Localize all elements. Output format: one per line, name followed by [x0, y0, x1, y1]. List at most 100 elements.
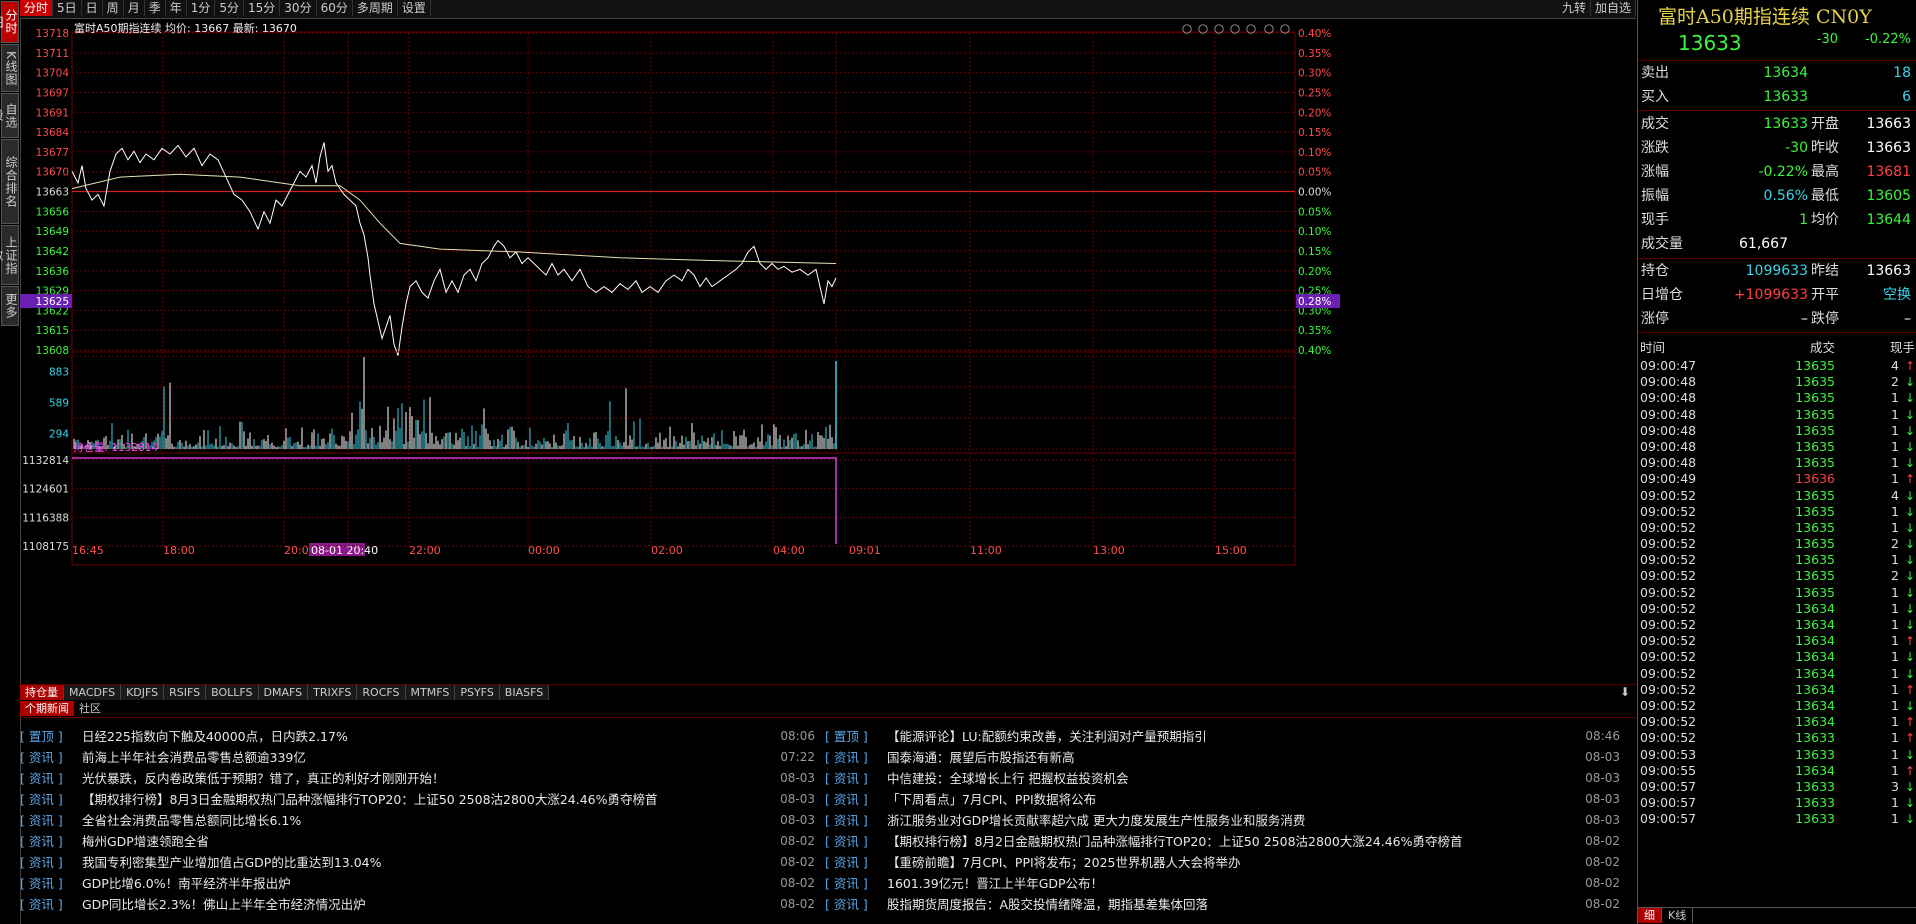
- period-button-11[interactable]: 60分: [317, 0, 353, 16]
- news-title[interactable]: 全省社会消费品零售总额同比增长6.1%: [82, 813, 301, 828]
- news-item[interactable]: [ 资讯 ] GDP同比增长2.3%！佛山上半年全市经济情况出炉 08-02: [20, 894, 815, 915]
- period-button-0[interactable]: 分时: [20, 0, 54, 16]
- sell-label: 卖出: [1641, 65, 1669, 81]
- left-tab-2[interactable]: 自选股: [0, 93, 19, 138]
- tick-list[interactable]: 时间 成交 现手 09:00:47 13635 4 ↑ 09:00:48 13635 2 ↓ 09:0…: [1638, 340, 1916, 827]
- news-title[interactable]: 【期权排行榜】8月2日金融期权热门品种涨幅排行TOP20：上证50 2508沽2…: [887, 834, 1463, 849]
- news-item[interactable]: [ 资讯 ] 中信建投：全球增长上行 把握权益投资机会 08-03: [825, 768, 1620, 789]
- indicator-tab-8[interactable]: MTMFS: [405, 685, 456, 700]
- indicator-tab-9[interactable]: PSYFS: [455, 685, 500, 700]
- indicator-tab-1[interactable]: MACDFS: [64, 685, 122, 700]
- oi-row: 日增仓 +1099633 开平 空换: [1638, 284, 1916, 307]
- quote-label: 成交: [1641, 116, 1669, 132]
- chart-svg[interactable]: 13718 0.40% 13711 0.35% 13704 0.30% 13697 0.25%…: [20, 19, 1636, 684]
- news-item[interactable]: [ 资讯 ] 1601.39亿元！晋江上半年GDP公布！ 08-02: [825, 873, 1620, 894]
- news-item[interactable]: [ 资讯 ] 光伏暴跌，反内卷政策低于预期？错了，真正的利好才刚刚开始！ 08-03: [20, 768, 815, 789]
- news-tag: [ 资讯 ]: [20, 834, 63, 849]
- news-item[interactable]: [ 资讯 ] 全省社会消费品零售总额同比增长6.1% 08-03: [20, 810, 815, 831]
- indicator-tab-4[interactable]: BOLLFS: [206, 685, 259, 700]
- news-tab-1[interactable]: 社区: [74, 701, 106, 716]
- news-title[interactable]: 光伏暴跌，反内卷政策低于预期？错了，真正的利好才刚刚开始！: [82, 771, 445, 786]
- tick-time: 09:00:52: [1640, 665, 1697, 681]
- indicator-tab-0[interactable]: 持仓量: [20, 685, 64, 700]
- news-title[interactable]: 我国专利密集型产业增加值占GDP的比重达到13.04%: [82, 855, 382, 870]
- period-button-10[interactable]: 30分: [280, 0, 317, 16]
- divider: [1638, 332, 1916, 333]
- news-item[interactable]: [ 资讯 ] 我国专利密集型产业增加值占GDP的比重达到13.04% 08-02: [20, 852, 815, 873]
- tick-time: 09:00:48: [1640, 390, 1697, 406]
- period-button-8[interactable]: 5分: [215, 0, 245, 16]
- buy-row: 买入 13633 6: [1638, 86, 1916, 109]
- tick-header: 时间 成交 现手: [1638, 340, 1916, 358]
- news-column-right: [ 置顶 ] 【能源评论】LU:配额约束改善，关注利润对产量预期指引 08:46[ …: [825, 726, 1620, 915]
- left-tab-5[interactable]: 更多: [1, 286, 19, 326]
- period-button-9[interactable]: 15分: [244, 0, 281, 16]
- news-item[interactable]: [ 资讯 ] GDP比增6.0%！南平经济半年报出炉 08-02: [20, 873, 815, 894]
- news-title[interactable]: 【重磅前瞻】7月CPI、PPI将发布；2025世界机器人大会将举办: [887, 855, 1240, 870]
- left-tab-1[interactable]: K线图: [1, 44, 19, 92]
- download-icon[interactable]: ⬇: [1620, 685, 1630, 699]
- news-title[interactable]: GDP同比增长2.3%！佛山上半年全市经济情况出炉: [82, 897, 366, 912]
- news-tag: [ 资讯 ]: [20, 876, 63, 891]
- period-button-13[interactable]: 设置: [398, 0, 431, 16]
- left-tab-0[interactable]: 分时图: [0, 1, 19, 43]
- tick-volume: 1: [1891, 422, 1899, 438]
- indicator-tab-6[interactable]: TRIXFS: [308, 685, 358, 700]
- news-title[interactable]: 梅州GDP增速领跑全省: [82, 834, 209, 849]
- indicator-tab-5[interactable]: DMAFS: [258, 685, 309, 700]
- period-button-3[interactable]: 周: [103, 0, 124, 16]
- tick-time: 09:00:52: [1640, 519, 1697, 535]
- toolbar-right-button-0[interactable]: 九转: [1558, 0, 1591, 16]
- news-item[interactable]: [ 资讯 ] 「下周看点」7月CPI、PPI数据将公布 08-03: [825, 789, 1620, 810]
- news-title[interactable]: 中信建投：全球增长上行 把握权益投资机会: [887, 771, 1128, 786]
- news-title[interactable]: 「下周看点」7月CPI、PPI数据将公布: [887, 792, 1096, 807]
- news-title[interactable]: 国泰海通：展望后市股指还有新高: [887, 750, 1075, 765]
- arrow-up-icon: ↑: [1904, 682, 1915, 697]
- news-item[interactable]: [ 资讯 ] 梅州GDP增速领跑全省 08-02: [20, 831, 815, 852]
- panel-tab-0[interactable]: 细: [1638, 908, 1662, 923]
- news-item[interactable]: [ 资讯 ] 【期权排行榜】8月3日金融期权热门品种涨幅排行TOP20：上证50 …: [20, 789, 815, 810]
- news-title[interactable]: 日经225指数向下触及40000点，日内跌2.17%: [82, 729, 348, 744]
- toolbar-right-button-1[interactable]: 加自选: [1591, 0, 1636, 16]
- news-title[interactable]: 1601.39亿元！晋江上半年GDP公布！: [887, 876, 1103, 891]
- news-title[interactable]: 股指期货周度报告：A股交投情绪降温，期指基差集体回落: [887, 897, 1208, 912]
- news-item[interactable]: [ 置顶 ] 【能源评论】LU:配额约束改善，关注利润对产量预期指引 08:46: [825, 726, 1620, 747]
- tick-row: 09:00:52 13633 1 ↑: [1638, 730, 1916, 746]
- news-item[interactable]: [ 资讯 ] 【重磅前瞻】7月CPI、PPI将发布；2025世界机器人大会将举办 0…: [825, 852, 1620, 873]
- left-tab-4[interactable]: 上证指数: [0, 225, 19, 285]
- period-button-12[interactable]: 多周期: [353, 0, 398, 16]
- arrow-up-icon: ↑: [1904, 359, 1915, 373]
- panel-tab-1[interactable]: K线: [1662, 908, 1694, 923]
- news-title[interactable]: 前海上半年社会消费品零售总额逾339亿: [82, 750, 306, 765]
- period-button-1[interactable]: 5日: [53, 0, 82, 16]
- news-item[interactable]: [ 资讯 ] 股指期货周度报告：A股交投情绪降温，期指基差集体回落 08-02: [825, 894, 1620, 915]
- left-tab-3[interactable]: 综合排名: [1, 139, 19, 224]
- quote-value: -0.22%: [1758, 164, 1808, 180]
- indicator-tab-7[interactable]: ROCFS: [357, 685, 406, 700]
- news-item[interactable]: [ 置顶 ] 日经225指数向下触及40000点，日内跌2.17% 08:06: [20, 726, 815, 747]
- news-item[interactable]: [ 资讯 ] 浙江服务业对GDP增长贡献率超六成 更大力度发展生产性服务业和服务消…: [825, 810, 1620, 831]
- period-button-2[interactable]: 日: [82, 0, 103, 16]
- period-button-5[interactable]: 季: [145, 0, 166, 16]
- tick-volume: 1: [1891, 665, 1899, 681]
- news-item[interactable]: [ 资讯 ] 前海上半年社会消费品零售总额逾339亿 07:22: [20, 747, 815, 768]
- pct-tick: 0.30%: [1298, 68, 1331, 80]
- news-title[interactable]: 【期权排行榜】8月3日金融期权热门品种涨幅排行TOP20：上证50 2508沽2…: [82, 792, 658, 807]
- indicator-tab-2[interactable]: KDJFS: [121, 685, 165, 700]
- news-title[interactable]: 浙江服务业对GDP增长贡献率超六成 更大力度发展生产性服务业和服务消费: [887, 813, 1305, 828]
- indicator-tab-3[interactable]: RSIFS: [164, 685, 207, 700]
- period-button-6[interactable]: 年: [166, 0, 187, 16]
- news-tag: [ 资讯 ]: [20, 771, 63, 786]
- news-tag: [ 资讯 ]: [825, 897, 868, 912]
- intraday-chart[interactable]: 13718 0.40% 13711 0.35% 13704 0.30% 13697 0.25%…: [20, 19, 1636, 684]
- news-tab-0[interactable]: 个期新闻: [20, 701, 74, 716]
- news-item[interactable]: [ 资讯 ] 【期权排行榜】8月2日金融期权热门品种涨幅排行TOP20：上证50 …: [825, 831, 1620, 852]
- period-button-4[interactable]: 月: [124, 0, 145, 16]
- news-item[interactable]: [ 资讯 ] 国泰海通：展望后市股指还有新高 08-03: [825, 747, 1620, 768]
- news-time: 08-02: [1585, 834, 1620, 848]
- news-title[interactable]: 【能源评论】LU:配额约束改善，关注利润对产量预期指引: [887, 729, 1207, 744]
- indicator-tab-10[interactable]: BIASFS: [499, 685, 550, 700]
- news-title[interactable]: GDP比增6.0%！南平经济半年报出炉: [82, 876, 291, 891]
- tick-row: 09:00:49 13636 1 ↑: [1638, 471, 1916, 487]
- period-button-7[interactable]: 1分: [187, 0, 216, 16]
